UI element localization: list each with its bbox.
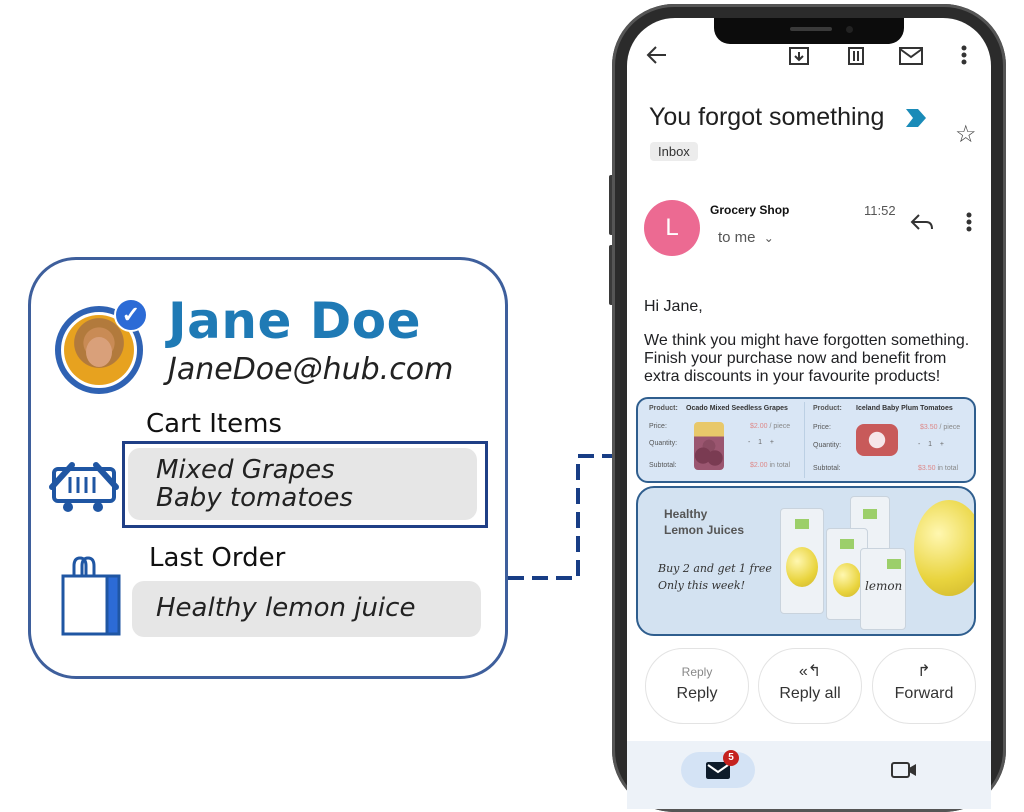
- important-marker-icon[interactable]: [906, 109, 926, 127]
- reply-all-button[interactable]: «↰ Reply all: [758, 648, 862, 724]
- reply-all-icon: «↰: [798, 663, 822, 680]
- lemon-image: [786, 547, 818, 587]
- can-brand-text: lemon: [865, 579, 903, 593]
- verified-check-icon: ✓: [114, 298, 148, 332]
- can-label: [840, 539, 854, 549]
- quantity-stepper[interactable]: - 1 +: [918, 441, 944, 448]
- email-body-line: extra discounts in your favourite produc…: [644, 368, 941, 385]
- shopping-basket-icon: [49, 462, 119, 512]
- increment-button[interactable]: +: [770, 439, 774, 446]
- product-name[interactable]: Ocado Mixed Seedless Grapes: [686, 405, 788, 412]
- reply-caption: Reply: [681, 665, 713, 679]
- quantity-label: Quantity:: [813, 442, 842, 449]
- video-camera-icon[interactable]: [890, 760, 918, 780]
- promo-title-line: Lemon Juices: [664, 523, 745, 537]
- price-value: $2.00 / piece: [750, 423, 790, 430]
- sender-name: Grocery Shop: [710, 203, 790, 217]
- avatar: ✓: [55, 298, 151, 394]
- price-amount: $3.50: [920, 424, 938, 431]
- lemon-image: [833, 563, 861, 597]
- quantity-stepper[interactable]: - 1 +: [748, 439, 774, 446]
- can-label: [795, 519, 809, 529]
- increment-button[interactable]: +: [940, 441, 944, 448]
- price-amount: $2.00: [750, 423, 768, 430]
- sender-avatar[interactable]: L: [644, 200, 700, 256]
- phone-speaker: [790, 27, 832, 31]
- promo-title-line: Healthy: [664, 507, 708, 521]
- forward-label: Forward: [894, 685, 954, 702]
- unread-count-badge: 5: [723, 750, 739, 766]
- subtotal-suffix: in total: [937, 465, 959, 472]
- phone-camera: [846, 26, 853, 33]
- lemon-image: [914, 500, 974, 596]
- product-label: Product:: [813, 405, 842, 412]
- price-label: Price:: [649, 423, 667, 430]
- product-divider: [804, 402, 805, 478]
- trash-icon[interactable]: [846, 46, 866, 66]
- reply-all-label: Reply all: [779, 685, 841, 702]
- email-subject: You forgot something: [649, 103, 885, 131]
- subtotal-amount: $2.00: [750, 462, 768, 469]
- price-value: $3.50 / piece: [920, 424, 960, 431]
- reply-icon[interactable]: [910, 212, 934, 232]
- subtotal-amount: $3.50: [918, 465, 936, 472]
- shopping-bag-icon: [61, 556, 121, 636]
- promo-offer-line: Buy 2 and get 1 free: [658, 562, 772, 575]
- subtotal-label: Subtotal:: [649, 462, 677, 469]
- avatar-face: [86, 337, 112, 367]
- quantity-label: Quantity:: [649, 440, 678, 447]
- cart-items-label: Cart Items: [146, 409, 282, 439]
- email-body-line: Finish your purchase now and benefit fro…: [644, 350, 947, 367]
- last-order-value: Healthy lemon juice: [156, 593, 416, 623]
- subtotal-label: Subtotal:: [813, 465, 841, 472]
- price-unit: / piece: [939, 424, 961, 431]
- customer-email: JaneDoe@hub.com: [168, 352, 454, 387]
- archive-icon[interactable]: [788, 46, 810, 66]
- cart-item: Mixed Grapes: [156, 455, 335, 485]
- price-label: Price:: [813, 424, 831, 431]
- product-label: Product:: [649, 405, 678, 412]
- chevron-down-icon: ⌄: [763, 231, 774, 245]
- juice-can-image: lemon: [860, 548, 906, 630]
- email-time: 11:52: [864, 203, 896, 218]
- subtotal-value: $3.50 in total: [918, 465, 958, 472]
- customer-name: Jane Doe: [168, 292, 422, 350]
- mail-icon[interactable]: [898, 46, 924, 66]
- promo-offer-line: Only this week!: [658, 579, 746, 592]
- quantity-value: 1: [758, 439, 763, 446]
- price-unit: / piece: [769, 423, 791, 430]
- forward-button[interactable]: ↱ Forward: [872, 648, 976, 724]
- decrement-button[interactable]: -: [748, 439, 750, 446]
- phone-notch: [714, 18, 904, 44]
- arrow-left-icon[interactable]: [646, 44, 668, 66]
- reply-button[interactable]: Reply Reply: [645, 648, 749, 724]
- inbox-label-chip[interactable]: Inbox: [650, 142, 698, 161]
- last-order-label: Last Order: [149, 543, 286, 573]
- star-icon[interactable]: ☆: [955, 120, 977, 149]
- can-label: [863, 509, 877, 519]
- quantity-value: 1: [928, 441, 933, 448]
- subtotal-suffix: in total: [769, 462, 791, 469]
- decrement-button[interactable]: -: [918, 441, 920, 448]
- more-vert-icon[interactable]: [965, 211, 973, 233]
- more-vert-icon[interactable]: [960, 44, 968, 66]
- juice-can-image: [780, 508, 824, 614]
- lemon-juice-promo-banner[interactable]: Healthy Lemon Juices Buy 2 and get 1 fre…: [636, 486, 976, 636]
- recipient-details-toggle[interactable]: to me ⌄: [718, 229, 774, 246]
- recipient-text: to me: [718, 229, 756, 246]
- grapes-product-image: [694, 422, 724, 470]
- can-label: [887, 559, 901, 569]
- subtotal-value: $2.00 in total: [750, 462, 790, 469]
- cart-item: Baby tomatoes: [156, 483, 353, 513]
- email-body-line: We think you might have forgotten someth…: [644, 332, 970, 349]
- email-greeting: Hi Jane,: [644, 298, 703, 315]
- product-name[interactable]: Iceland Baby Plum Tomatoes: [856, 405, 953, 412]
- tomatoes-product-image: [856, 424, 898, 456]
- forward-icon: ↱: [917, 663, 931, 680]
- reply-label: Reply: [676, 685, 718, 702]
